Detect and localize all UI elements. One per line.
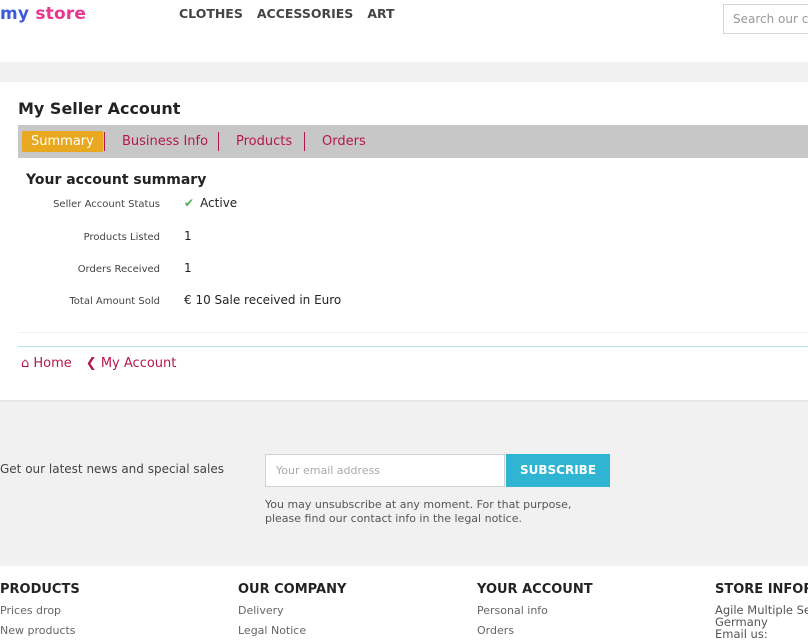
footer-link-legal-notice[interactable]: Legal Notice [238,624,346,637]
chevron-left-circle-icon: ❮ [85,356,97,371]
subscribe-button[interactable]: SUBSCRIBE [506,454,610,487]
unsubscribe-note: You may unsubscribe at any moment. For t… [265,498,572,525]
check-icon: ✔ [184,196,195,210]
site-footer: PRODUCTS Prices drop New products OUR CO… [0,566,808,642]
products-listed-label: Products Listed [83,232,160,243]
footer-link-orders[interactable]: Orders [477,624,593,637]
nav-clothes[interactable]: CLOTHES [179,6,243,21]
my-account-link-label: My Account [100,356,177,371]
total-sold-label: Total Amount Sold [69,296,160,307]
site-header: my store CLOTHES ACCESSORIES ART Search … [0,0,808,62]
divider [18,346,808,347]
footer-link-delivery[interactable]: Delivery [238,604,346,617]
orders-received-label: Orders Received [77,264,160,275]
tab-summary[interactable]: Summary [22,131,103,152]
main-nav: CLOTHES ACCESSORIES ART [179,6,395,21]
search-input[interactable]: Search our catalog [723,4,808,34]
footer-store-column: STORE INFORMATION Agile Multiple Seller … [715,582,808,640]
tab-business-info[interactable]: Business Info [122,131,208,152]
tab-orders[interactable]: Orders [322,131,366,152]
footer-products-title: PRODUCTS [0,582,80,597]
footer-company-title: OUR COMPANY [238,582,347,597]
account-links: ⌂ Home ❮ My Account [21,356,176,371]
newsletter-text: Get our latest news and special sales [0,462,224,476]
email-field[interactable]: Your email address [265,454,505,487]
footer-account-title: YOUR ACCOUNT [477,582,593,597]
tab-products[interactable]: Products [236,131,292,152]
nav-accessories[interactable]: ACCESSORIES [257,6,353,21]
nav-art[interactable]: ART [367,6,394,21]
orders-received-value: 1 [184,261,192,275]
logo-part-my: my [0,4,30,24]
divider [18,332,808,333]
tab-separator [104,132,105,151]
footer-account-column: YOUR ACCOUNT Personal info Orders [477,582,593,637]
page-title: My Seller Account [18,99,181,118]
status-text: Active [200,196,238,210]
logo-part-store: store [35,4,87,24]
footer-company-column: OUR COMPANY Delivery Legal Notice [238,582,346,637]
status-value: ✔ Active [184,196,237,210]
status-label: Seller Account Status [53,199,160,210]
summary-heading: Your account summary [26,172,207,188]
footer-link-personal-info[interactable]: Personal info [477,604,593,617]
footer-products-column: PRODUCTS Prices drop New products [0,582,80,637]
home-link-label: Home [33,356,72,371]
tab-separator [304,132,305,151]
store-email: Email us: [715,627,768,640]
tab-separator [218,132,219,151]
home-link[interactable]: ⌂ Home [21,356,72,371]
footer-store-title: STORE INFORMATION [715,582,808,597]
products-listed-value: 1 [184,229,192,243]
home-icon: ⌂ [21,356,30,371]
store-logo[interactable]: my store [0,4,86,24]
total-sold-value: € 10 Sale received in Euro [184,293,342,307]
footer-link-prices-drop[interactable]: Prices drop [0,604,80,617]
account-tab-bar: Summary Business Info Products Orders [18,125,808,158]
my-account-link[interactable]: ❮ My Account [86,356,177,371]
footer-link-new-products[interactable]: New products [0,624,80,637]
seller-account-card: My Seller Account Summary Business Info … [0,82,808,400]
